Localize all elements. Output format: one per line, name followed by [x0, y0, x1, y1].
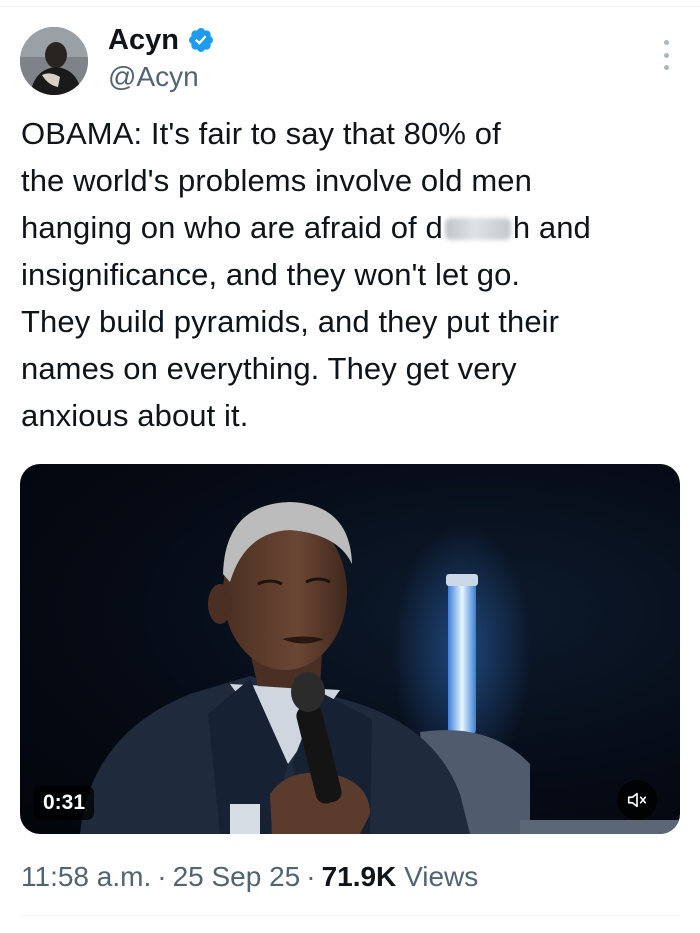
tweet-line: They build pyramids, and they put their: [21, 304, 560, 339]
tweet-line: the world's problems involve old men: [21, 163, 532, 198]
author-display-name[interactable]: Acyn: [108, 22, 179, 58]
tweet-line: insignificance, and they won't let go.: [21, 257, 521, 292]
bottom-divider: [20, 915, 680, 916]
tweet-line: hanging on who are afraid of d h and: [21, 204, 681, 251]
meta-separator: ·: [157, 861, 167, 892]
meta-separator: ·: [306, 861, 316, 892]
video-frame: [80, 502, 680, 834]
tweet-line: OBAMA: It's fair to say that 80% of: [21, 116, 501, 151]
volume-muted-icon[interactable]: [617, 780, 657, 820]
avatar[interactable]: [20, 27, 88, 95]
more-options-icon[interactable]: [656, 40, 676, 70]
video-player[interactable]: [20, 464, 680, 834]
censored-word: [444, 218, 511, 240]
top-divider: [0, 6, 700, 7]
tweet-text: OBAMA: It's fair to say that 80% of the …: [21, 110, 681, 439]
tweet-date[interactable]: 25 Sep 25: [173, 861, 301, 892]
verified-badge-icon[interactable]: [187, 26, 215, 54]
views-label: Views: [404, 861, 479, 892]
tweet-line: names on everything. They get very: [21, 351, 517, 386]
avatar-image: [20, 27, 88, 95]
tweet-meta: 11:58 a.m. · 25 Sep 25 · 71.9K Views: [21, 857, 478, 897]
views-count: 71.9K: [321, 861, 397, 892]
author-handle[interactable]: @Acyn: [108, 59, 199, 95]
tweet-line: anxious about it.: [21, 398, 249, 433]
tweet-line-part: h and: [512, 210, 591, 245]
video-duration: 0:31: [34, 786, 95, 820]
author-name-row[interactable]: Acyn: [108, 22, 215, 58]
tweet-line-part: hanging on who are afraid of d: [21, 210, 443, 245]
tweet-time[interactable]: 11:58 a.m.: [21, 861, 151, 892]
